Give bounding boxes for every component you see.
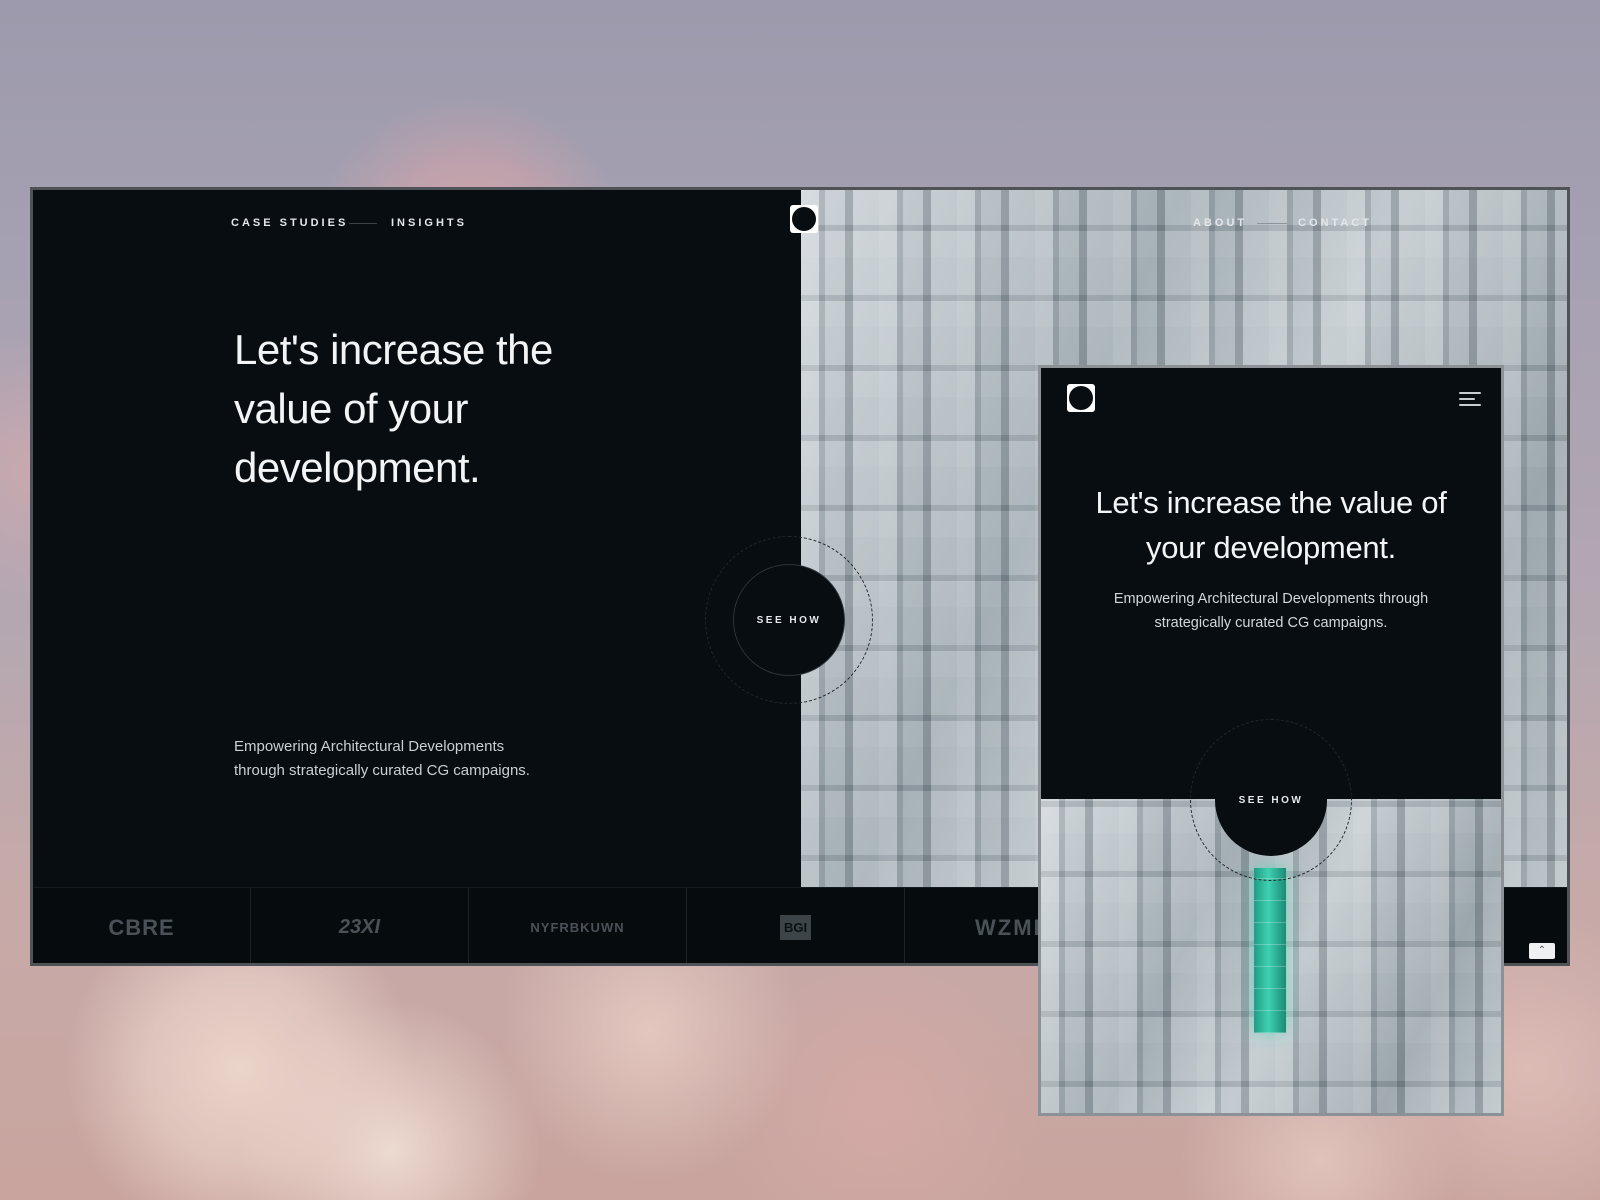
hamburger-menu-icon[interactable]	[1459, 392, 1481, 406]
mobile-hero-subtitle: Empowering Architectural Developments th…	[1113, 591, 1429, 631]
chevron-up-icon[interactable]: ⌃	[1529, 943, 1555, 959]
nav-insights[interactable]: INSIGHTS	[391, 217, 467, 229]
nav-case-studies[interactable]: CASE STUDIES	[231, 217, 348, 229]
see-how-button[interactable]: SEE HOW	[733, 564, 845, 676]
nav-divider	[1257, 223, 1287, 224]
nav-contact[interactable]: CONTACT	[1298, 217, 1372, 229]
client-logo-cbre: CBRE	[33, 888, 251, 963]
hero-title: Let's increase the value of your develop…	[234, 326, 553, 491]
nav-divider	[349, 223, 377, 224]
highlighted-tower	[1254, 868, 1286, 1033]
circle-in-square-logo-icon[interactable]	[790, 205, 818, 233]
client-logo-23xi: 23XI	[251, 888, 469, 963]
hero-subtitle: Empowering Architectural Developments th…	[234, 738, 530, 779]
circle-in-square-logo-icon[interactable]	[1067, 384, 1095, 412]
client-logo-nyfrbkuwn: NYFRBKUWN	[469, 888, 687, 963]
mobile-hero-title: Let's increase the value of your develop…	[1095, 485, 1447, 565]
client-logo-bgi: BGI	[687, 888, 905, 963]
mobile-see-how-button[interactable]: SEE HOW	[1215, 744, 1327, 856]
nav-about[interactable]: ABOUT	[1193, 217, 1247, 229]
hero-panel: CASE STUDIES INSIGHTS Let's increase the…	[33, 190, 801, 887]
mobile-mockup: Let's increase the value of your develop…	[1038, 365, 1504, 1116]
